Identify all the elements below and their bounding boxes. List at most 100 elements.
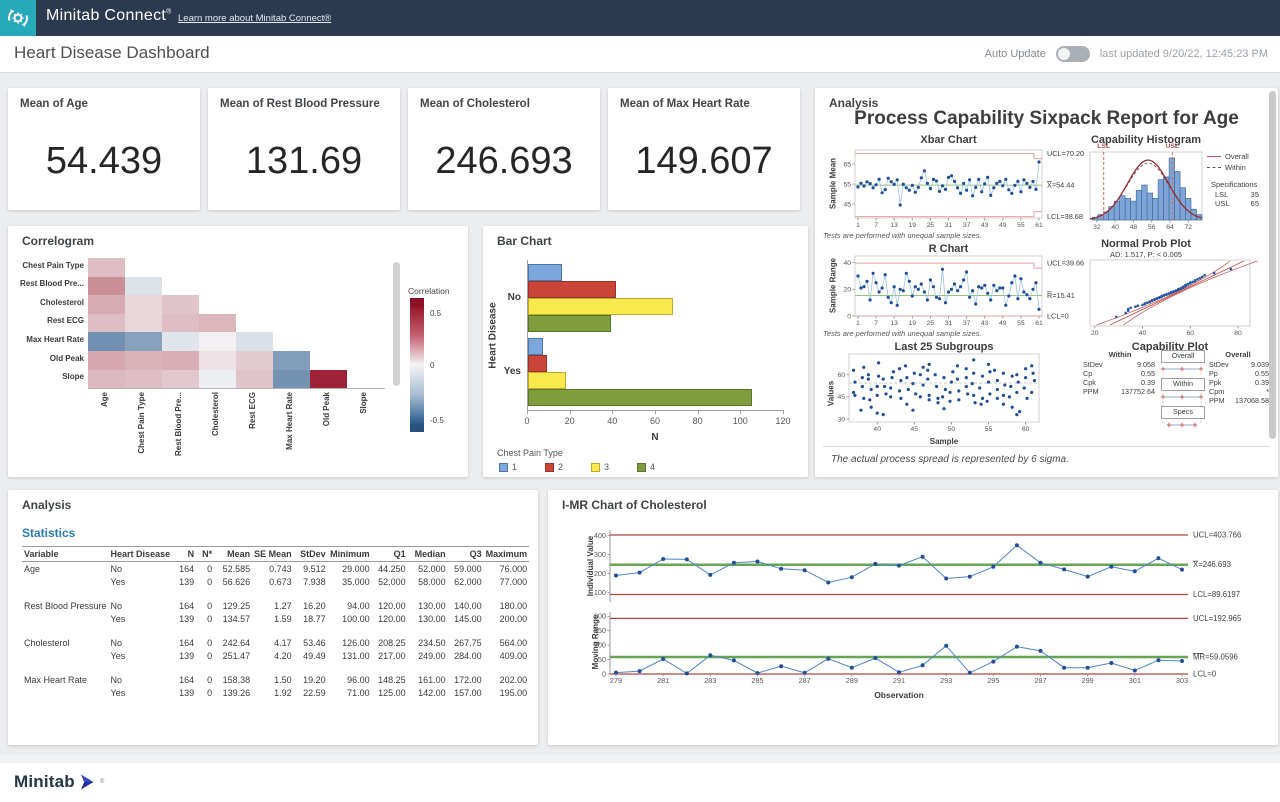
column-header: Q3 [448,547,484,562]
capplot-within-row: Cp0.55 [1083,369,1155,378]
stat-label: Pp [1209,369,1218,378]
kpi-value: 246.693 [408,140,600,183]
moving-range-ylabel: Moving Range [591,607,601,677]
subgroups-xlabel: Sample [849,437,1039,446]
stat-label: Ppk [1209,378,1221,387]
legend-tick-label: -0.5 [430,416,444,425]
svg-text:50: 50 [948,426,956,433]
svg-text:1: 1 [856,222,860,229]
svg-text:295: 295 [987,676,999,685]
svg-text:UCL=39.66: UCL=39.66 [1047,259,1084,268]
correlogram-cell [236,370,273,389]
svg-text:293: 293 [940,676,952,685]
legend-title: Correlation [408,286,450,296]
svg-text:61: 61 [1035,222,1043,229]
bar-no-cp2 [528,281,616,298]
kpi-label: Mean of Rest Blood Pressure [220,98,380,110]
correlogram-cell [125,295,162,314]
legend-label: 1 [512,462,517,472]
svg-text:0: 0 [602,669,606,678]
capplot-box-within: Within [1161,378,1205,391]
specifications-title: Specifications [1211,180,1257,189]
capplot-overall-row: StDev9.039 [1209,360,1269,369]
svg-text:297: 297 [1034,676,1046,685]
svg-text:31: 31 [945,320,953,327]
svg-text:30: 30 [837,416,845,423]
correlogram-row-label: Max Heart Rate [8,335,84,344]
horizontal-scrollbar[interactable] [0,755,1280,763]
panel-title: Bar Chart [497,234,552,248]
minitab-wordmark: Minitab [14,772,75,792]
spec-value: 35 [1251,190,1259,199]
correlogram-cell [88,351,125,370]
svg-text:65: 65 [843,161,851,168]
stat-label: Cpk [1083,378,1096,387]
stat-label: PPM [1083,387,1099,396]
correlogram-cell [310,370,347,389]
svg-text:72: 72 [1185,224,1193,231]
svg-text:37: 37 [963,222,971,229]
legend-label: 2 [558,462,563,472]
svg-text:303: 303 [1176,676,1188,685]
minitab-footer-logo: Minitab ® [14,772,104,792]
correlogram-cell [125,314,162,333]
stat-value: 9.058 [1137,360,1155,369]
panel-scrollbar[interactable] [393,262,400,386]
bar-chart-panel: Bar Chart Heart Disease N Chest Pain Typ… [483,226,808,477]
imr-chart-panel: 100200300400UCL=403.766X=246.693LCL=89.6… [548,490,1278,745]
minitab-connect-logo [0,0,36,36]
x-tick-label: 20 [555,416,585,426]
correlogram-cell [88,277,125,296]
svg-text:7: 7 [874,222,878,229]
svg-text:UCL=403.766: UCL=403.766 [1193,530,1241,539]
legend-label: 3 [604,462,609,472]
sixpack-charts: 45556517131925313743495561UCL=70.20X=54.… [815,88,1278,477]
correlogram-cell [199,370,236,389]
x-tick-label: 100 [725,416,755,426]
kpi-card-mean-age: Mean of Age 54.439 [8,88,200,210]
svg-text:285: 285 [751,676,763,685]
column-header: Median [408,547,448,562]
correlogram-cell [273,370,310,389]
panel-scrollbar[interactable] [1269,91,1276,439]
learn-more-link[interactable]: Learn more about Minitab Connect® [178,13,331,24]
table-row: AgeNo164052.5850.7439.51229.00044.25052.… [22,562,529,576]
correlogram-cell [162,351,199,370]
svg-text:45: 45 [911,426,919,433]
stat-value: 9.039 [1251,360,1269,369]
stat-label: Cpm [1209,387,1224,396]
last-updated-text: last updated 9/20/22, 12:45:23 PM [1100,48,1268,60]
panel-title: Analysis [22,498,71,512]
x-tick-label: 0 [512,416,542,426]
svg-text:25: 25 [927,222,935,229]
capplot-within-row: Cpk0.39 [1083,378,1155,387]
correlogram-col-label: Old Peak [322,392,335,480]
sync-gear-icon [6,6,30,30]
table-row: Yes1390139.261.9222.5971.00125.00142.001… [22,686,529,699]
correlogram-col-label: Rest Blood Pre... [174,392,187,480]
individual-ylabel: Individual Value [586,526,606,606]
legend-item-cp3: 3 [591,462,609,472]
sixpack-footnote: The actual process spread is represented… [831,454,1069,465]
column-header: N* [196,547,214,562]
x-tick-label: 40 [597,416,627,426]
kpi-card-mean-max-hr: Mean of Max Heart Rate 149.607 [608,88,800,210]
correlogram-row-label: Cholesterol [8,298,84,307]
x-tick [783,410,784,414]
imr-charts: 100200300400UCL=403.766X=246.693LCL=89.6… [548,490,1278,745]
correlogram-row-label: Rest ECG [8,316,84,325]
rchart-ylabel: Sample Range [829,256,838,316]
svg-text:45: 45 [843,201,851,208]
correlogram-cell [236,351,273,370]
stat-value: 137752.64 [1121,387,1155,396]
capplot-within-row: StDev9.058 [1083,360,1155,369]
kpi-value: 131.69 [208,140,400,183]
legend-label: 4 [650,462,655,472]
svg-text:40: 40 [1139,330,1147,337]
auto-update-toggle[interactable] [1056,46,1090,62]
legend-within: Within [1207,163,1246,172]
table-row: Rest Blood PressureNo1640129.251.2716.20… [22,599,529,612]
svg-text:7: 7 [874,320,878,327]
capplot-overall-row: Pp0.55 [1209,369,1269,378]
correlogram-cell [125,332,162,351]
